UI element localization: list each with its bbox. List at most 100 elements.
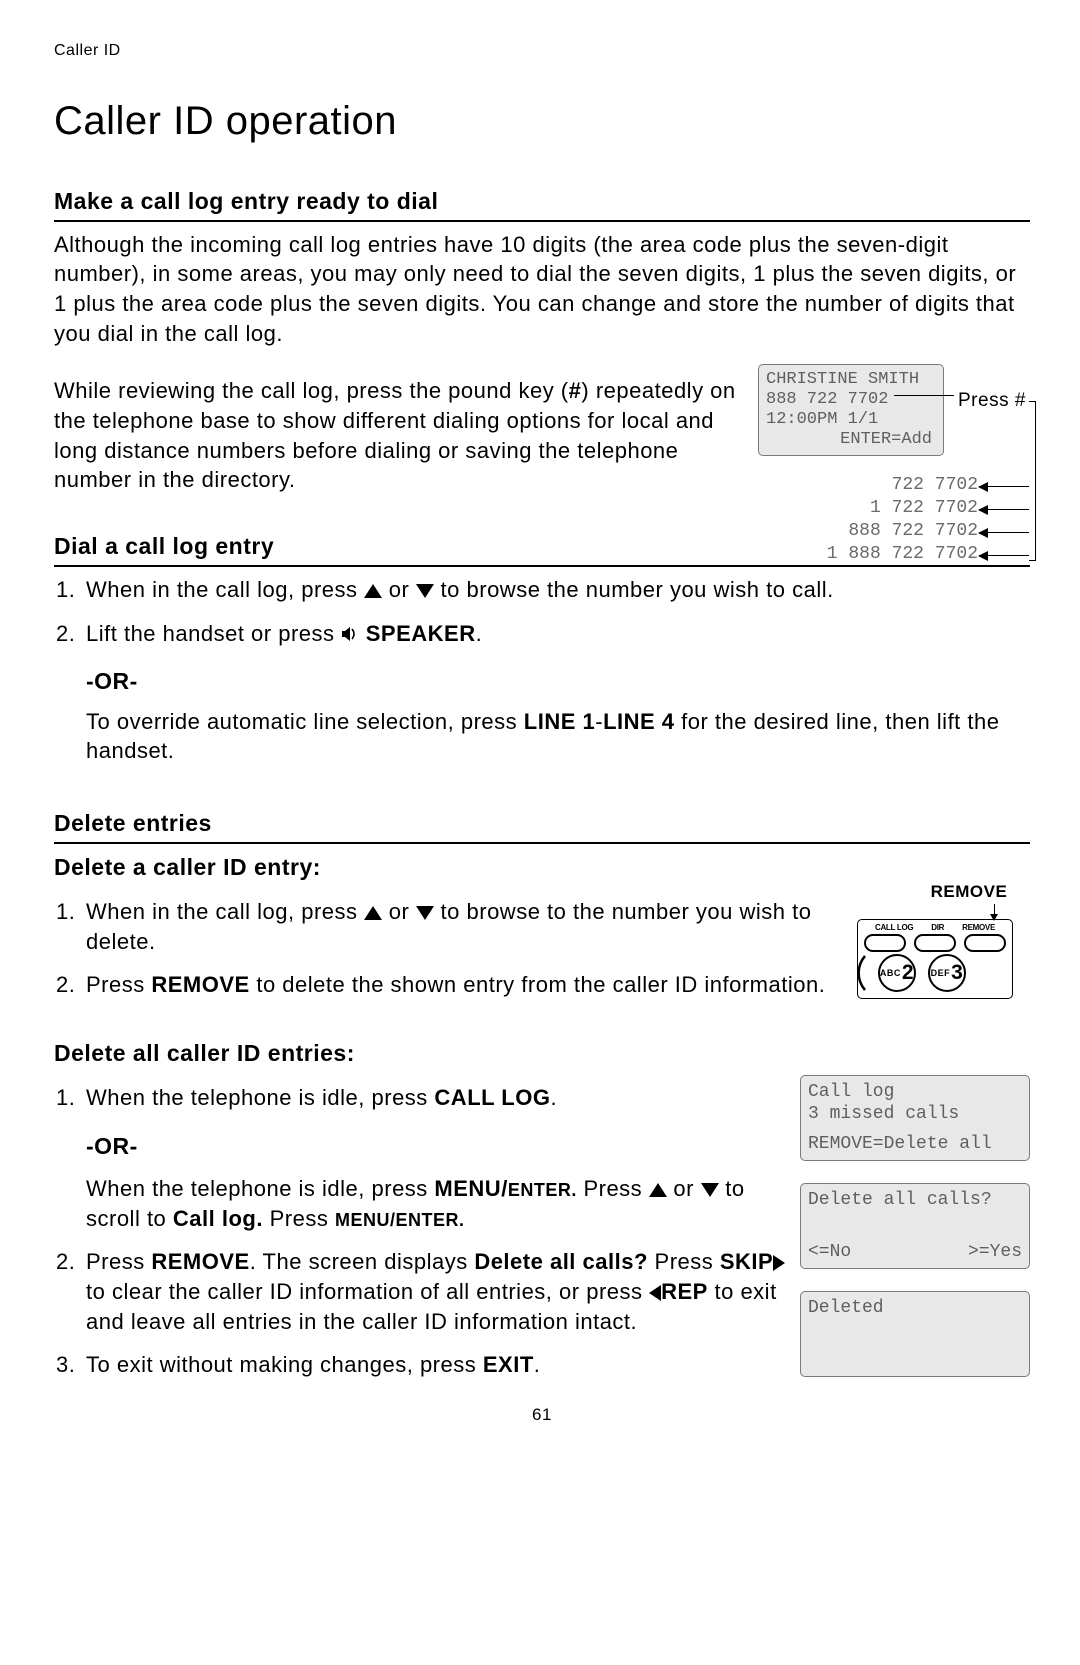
softkey-remove [964,934,1006,952]
list-item: Press REMOVE to delete the shown entry f… [82,970,828,1000]
lcd-line: 888 722 7702 [766,390,936,410]
text: Press # [958,390,1026,411]
lcd-figure-1: CHRISTINE SMITH 888 722 7702 12:00PM 1/1… [758,364,1030,456]
leader-line [994,904,995,914]
dial-option: 1 888 722 7702 [827,543,978,566]
up-arrow-icon [364,906,382,920]
prompt-text: Delete all calls? [474,1249,648,1274]
text: Press [648,1249,720,1274]
running-header: Caller ID [54,40,1030,62]
list-item: When in the call log, press or to browse… [82,897,828,956]
key-letters: ABC [880,967,901,979]
text: When in the call log, press [86,899,364,924]
dial-option: 888 722 7702 [827,520,978,543]
exit-key: EXIT [483,1352,534,1377]
keypad-arc [854,954,866,992]
softkey-label: REMOVE [962,923,995,934]
text: . [550,1085,557,1110]
menu-enter-key: MENU/ENTER. [335,1210,465,1230]
page-title: Caller ID operation [54,94,1030,148]
lcd-screen-2: Call log 3 missed calls REMOVE=Delete al… [800,1075,1030,1161]
text: To override automatic line selection, pr… [86,707,1030,766]
key-2: ABC2 [878,954,916,992]
heading-make-ready: Make a call log entry ready to dial [54,186,1030,222]
lcd-line: 3 missed calls [808,1103,1022,1125]
rep-key: REP [661,1279,708,1304]
list-item: When in the call log, press or to browse… [82,575,1030,605]
keypad-figure: REMOVE CALL LOG DIR REMOVE [840,881,1030,999]
remove-key: REMOVE [151,1249,249,1274]
left-arrow-icon [649,1285,661,1301]
pound-key: # [569,378,582,403]
softkey-label: DIR [931,923,944,934]
text: To exit without making changes, press [86,1352,483,1377]
delete-one-steps: When in the call log, press or to browse… [54,897,828,1014]
lcd-line: Call log [808,1081,1022,1103]
speaker-icon [341,620,359,650]
lcd-softkey-no: <=No [808,1241,851,1263]
text: Lift the handset or press [86,621,341,646]
right-arrow-icon [773,1255,785,1271]
lcd-line: Deleted [808,1297,1022,1319]
leader-arrow [979,532,1029,533]
lcd-screen-3: Delete all calls? <=No >=Yes [800,1183,1030,1269]
down-arrow-icon [416,584,434,598]
delete-all-steps: When the telephone is idle, press CALL L… [54,1083,788,1394]
menu-enter-key: MENU/ENTER. [434,1176,576,1201]
lcd-column: Call log 3 missed calls REMOVE=Delete al… [800,1075,1030,1377]
down-arrow-icon [701,1183,719,1197]
text: Press [263,1206,335,1231]
leader-line [894,395,954,396]
lcd-screen-1: CHRISTINE SMITH 888 722 7702 12:00PM 1/1… [758,364,944,456]
remove-caption: REMOVE [908,881,1030,904]
text: . [476,621,483,646]
text: Press [577,1176,649,1201]
subheading-delete-all: Delete all caller ID entries: [54,1038,1030,1069]
up-arrow-icon [364,584,382,598]
down-arrow-icon [416,906,434,920]
line-key: LINE 4 [603,709,674,734]
text: or [382,899,416,924]
lcd-line: REMOVE=Delete all [808,1133,1022,1155]
lcd-line: 12:00PM 1/1 [766,410,936,430]
bracket [1029,401,1036,561]
text: Press [86,1249,151,1274]
dial-option: 722 7702 [827,474,978,497]
leader-arrow [979,555,1029,556]
lcd-line: CHRISTINE SMITH [766,370,936,390]
dial-entry-steps: When in the call log, press or to browse… [54,575,1030,766]
key-letters: DEF [931,967,951,979]
dial-option: 1 722 7702 [827,497,978,520]
skip-key: SKIP [720,1249,773,1274]
text: to browse the number you wish to call. [434,577,834,602]
lcd-softkey-yes: >=Yes [968,1241,1022,1263]
or-divider: -OR- [86,666,1030,697]
text: When the telephone is idle, press [86,1085,434,1110]
list-item: To exit without making changes, press EX… [82,1350,788,1380]
key-number: 2 [902,959,914,987]
list-item: When the telephone is idle, press CALL L… [82,1083,788,1233]
subheading-delete-one: Delete a caller ID entry: [54,852,1030,883]
remove-key: REMOVE [151,972,249,997]
text: . [534,1352,541,1377]
text: Press [86,972,151,997]
text: To override automatic line selection, pr… [86,709,524,734]
softkey-label: CALL LOG [875,923,913,934]
text: When the telephone is idle, press MENU/E… [86,1174,788,1233]
text: to delete the shown entry from the calle… [250,972,826,997]
speaker-label: SPEAKER [359,621,475,646]
text: When in the call log, press [86,577,364,602]
dial-options-list: 722 7702 1 722 7702 888 722 7702 1 888 7… [827,474,978,566]
lcd-screen-4: Deleted [800,1291,1030,1377]
heading-delete-entries: Delete entries [54,808,1030,844]
lcd-line: ENTER=Add [766,430,936,450]
page-number: 61 [54,1404,1030,1427]
list-item: Press REMOVE. The screen displays Delete… [82,1247,788,1336]
text: - [595,709,603,734]
line-key: LINE 1 [524,709,595,734]
leader-arrow [979,509,1029,510]
up-arrow-icon [649,1183,667,1197]
list-item: Lift the handset or press SPEAKER. -OR- … [82,619,1030,766]
leader-arrow [979,486,1029,487]
lcd-line: Delete all calls? [808,1189,1022,1211]
